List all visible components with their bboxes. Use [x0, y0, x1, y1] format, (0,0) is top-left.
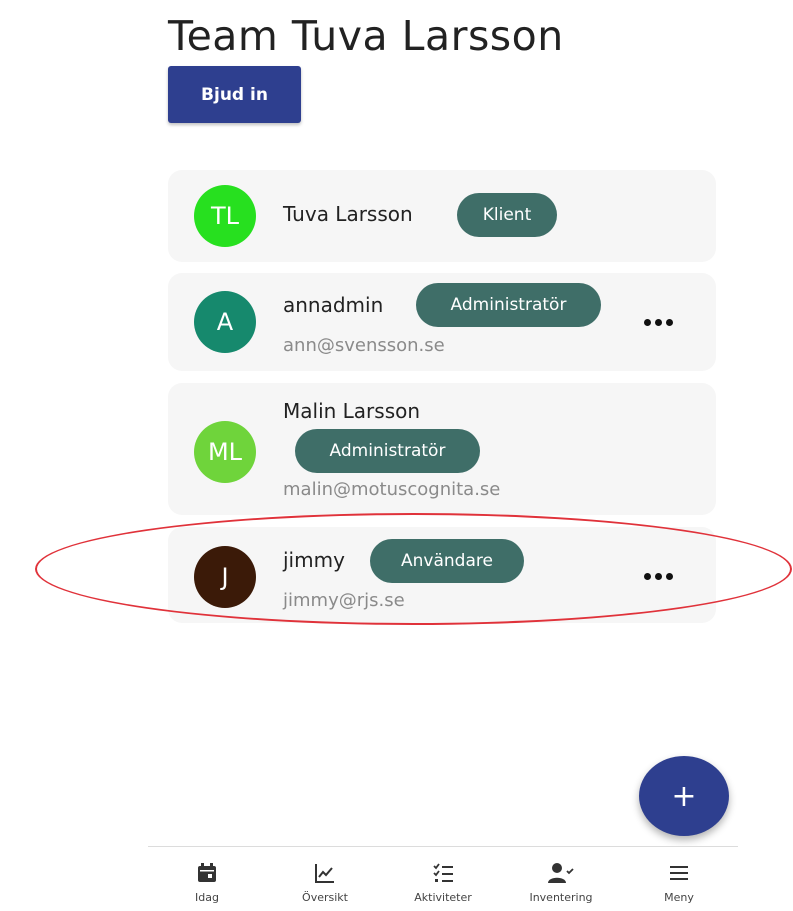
role-badge: Användare — [370, 539, 524, 583]
nav-item-oversikt[interactable]: Översikt — [266, 847, 384, 911]
menu-icon — [665, 859, 693, 887]
checklist-icon — [429, 859, 457, 887]
member-card[interactable]: A annadmin Administratör ann@svensson.se — [168, 273, 716, 371]
member-name: Malin Larsson — [283, 399, 421, 423]
member-email: jimmy@rjs.se — [283, 590, 405, 611]
add-button[interactable]: + — [639, 756, 729, 836]
role-badge: Administratör — [416, 283, 601, 327]
nav-label: Meny — [664, 891, 694, 904]
chart-icon — [311, 859, 339, 887]
more-options-icon[interactable] — [638, 310, 678, 334]
member-card[interactable]: ML Malin Larsson Administratör malin@mot… — [168, 383, 716, 515]
page-title: Team Tuva Larsson — [168, 12, 564, 60]
member-name: annadmin — [283, 293, 384, 317]
role-badge: Administratör — [295, 429, 480, 473]
nav-item-meny[interactable]: Meny — [620, 847, 738, 911]
nav-item-inventering[interactable]: Inventering — [502, 847, 620, 911]
nav-label: Idag — [195, 891, 219, 904]
bottom-nav: Idag Översikt Aktiviteter Inventering Me… — [148, 846, 738, 911]
nav-item-aktiviteter[interactable]: Aktiviteter — [384, 847, 502, 911]
avatar: ML — [194, 421, 256, 483]
nav-label: Inventering — [529, 891, 593, 904]
member-name: Tuva Larsson — [283, 202, 413, 226]
person-check-icon — [547, 859, 575, 887]
member-email: malin@motuscognita.se — [283, 479, 501, 500]
role-badge: Klient — [457, 193, 557, 237]
calendar-icon — [193, 859, 221, 887]
more-options-icon[interactable] — [638, 564, 678, 588]
avatar: J — [194, 546, 256, 608]
nav-label: Översikt — [302, 891, 348, 904]
nav-item-idag[interactable]: Idag — [148, 847, 266, 911]
member-card[interactable]: J jimmy Användare jimmy@rjs.se — [168, 527, 716, 623]
avatar: TL — [194, 185, 256, 247]
member-email: ann@svensson.se — [283, 335, 445, 356]
member-name: jimmy — [283, 548, 345, 572]
avatar: A — [194, 291, 256, 353]
invite-button[interactable]: Bjud in — [168, 66, 301, 123]
member-card[interactable]: TL Tuva Larsson Klient — [168, 170, 716, 262]
nav-label: Aktiviteter — [414, 891, 472, 904]
